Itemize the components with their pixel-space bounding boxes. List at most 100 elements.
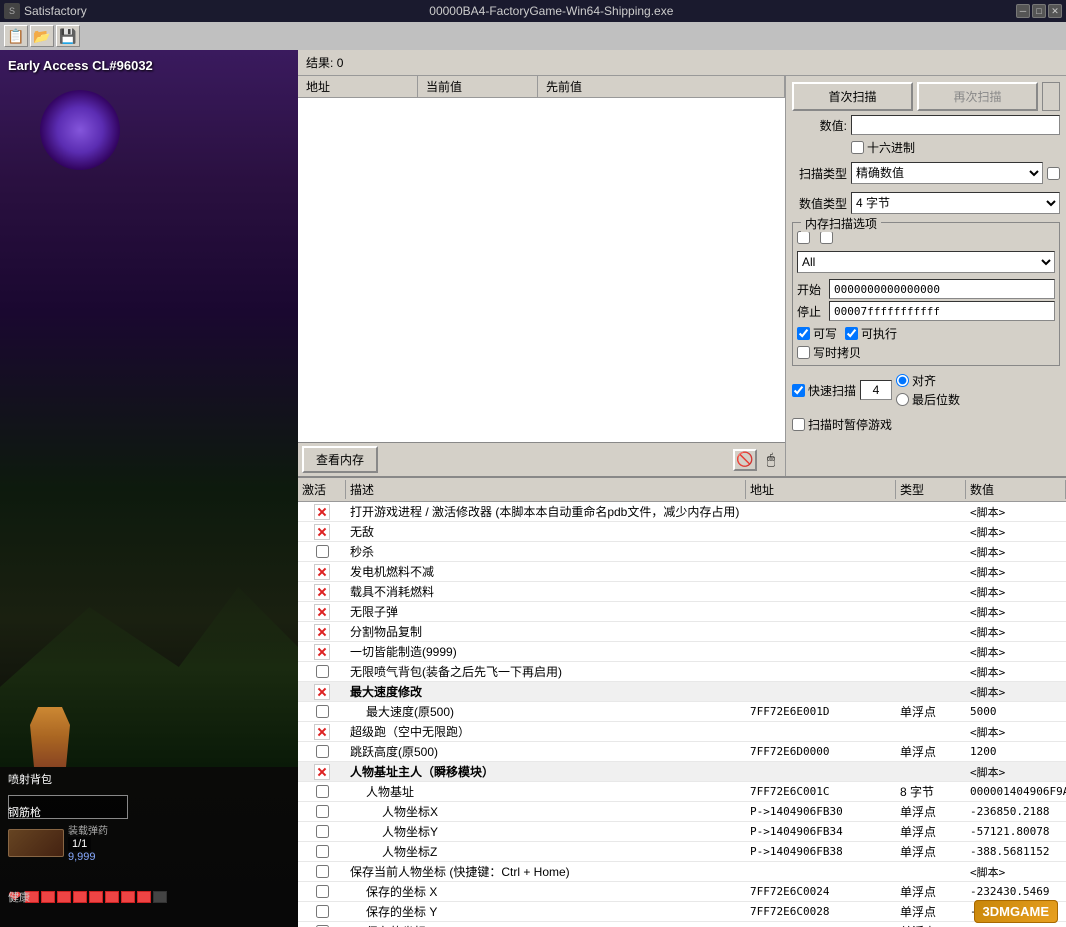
- ct-row[interactable]: 载具不消耗燃料<脚本>: [298, 582, 1066, 602]
- address-table-body[interactable]: [298, 98, 785, 442]
- quick-scan-cb[interactable]: [792, 384, 805, 397]
- start-input[interactable]: [829, 279, 1055, 299]
- mem-extra-cb1[interactable]: [797, 231, 810, 244]
- ct-cell-active[interactable]: [298, 784, 346, 799]
- addr-col-previous[interactable]: 先前值: [538, 76, 785, 97]
- pause-label[interactable]: 扫描时暂停游戏: [792, 416, 1060, 433]
- active-checkbox[interactable]: [316, 865, 329, 878]
- ct-cell-active[interactable]: [298, 523, 346, 541]
- value-type-dropdown[interactable]: 4 字节: [851, 192, 1060, 214]
- ct-header-addr[interactable]: 地址: [746, 480, 896, 499]
- active-redx-icon[interactable]: [314, 564, 330, 580]
- memory-all-dropdown[interactable]: All: [797, 251, 1055, 273]
- ct-cell-active[interactable]: [298, 763, 346, 781]
- save-btn[interactable]: 💾: [56, 25, 80, 47]
- ct-header-desc[interactable]: 描述: [346, 480, 746, 499]
- ct-cell-active[interactable]: [298, 544, 346, 559]
- ct-cell-active[interactable]: [298, 563, 346, 581]
- scan-type-checkbox[interactable]: [1047, 167, 1060, 180]
- active-checkbox[interactable]: [316, 705, 329, 718]
- ct-header-active[interactable]: 激活: [298, 480, 346, 499]
- active-redx-icon[interactable]: [314, 724, 330, 740]
- ct-cell-active[interactable]: [298, 884, 346, 899]
- pause-cb[interactable]: [792, 418, 805, 431]
- ct-cell-active[interactable]: [298, 723, 346, 741]
- quick-scan-input[interactable]: [860, 380, 892, 400]
- active-checkbox[interactable]: [316, 745, 329, 758]
- ct-row[interactable]: 人物基址主人（瞬移模块）<脚本>: [298, 762, 1066, 782]
- active-checkbox[interactable]: [316, 845, 329, 858]
- maximize-btn[interactable]: □: [1032, 4, 1046, 18]
- ct-cell-active[interactable]: [298, 603, 346, 621]
- align-label[interactable]: 对齐: [896, 372, 960, 389]
- active-redx-icon[interactable]: [314, 764, 330, 780]
- last-digits-radio[interactable]: [896, 393, 909, 406]
- addr-col-address[interactable]: 地址: [298, 76, 418, 97]
- hex-checkbox[interactable]: [851, 141, 864, 154]
- active-redx-icon[interactable]: [314, 604, 330, 620]
- ct-row[interactable]: 保存的坐标 Z7FF72E6C002C单浮点168.6563416: [298, 922, 1066, 927]
- ct-row[interactable]: 无限喷气背包(装备之后先飞一下再启用)<脚本>: [298, 662, 1066, 682]
- ct-cell-active[interactable]: [298, 643, 346, 661]
- ct-row[interactable]: 分割物品复制<脚本>: [298, 622, 1066, 642]
- ct-row[interactable]: 发电机燃料不减<脚本>: [298, 562, 1066, 582]
- active-redx-icon[interactable]: [314, 684, 330, 700]
- ct-row[interactable]: 人物坐标YP->1404906FB34单浮点-57121.80078: [298, 822, 1066, 842]
- first-scan-btn[interactable]: 首次扫描: [792, 82, 913, 111]
- scan-type-dropdown[interactable]: 精确数值: [851, 162, 1043, 184]
- ct-row[interactable]: 一切皆能制造(9999)<脚本>: [298, 642, 1066, 662]
- last-digits-label[interactable]: 最后位数: [896, 391, 960, 408]
- ct-row[interactable]: 保存的坐标 Y7FF72E6C0028单浮点-51251.96875: [298, 902, 1066, 922]
- align-radio[interactable]: [896, 374, 909, 387]
- scan-scrollbar[interactable]: [1042, 82, 1060, 111]
- ct-row[interactable]: 人物坐标XP->1404906FB30单浮点-236850.2188: [298, 802, 1066, 822]
- active-checkbox[interactable]: [316, 805, 329, 818]
- ct-cell-active[interactable]: [298, 503, 346, 521]
- ct-cell-active[interactable]: [298, 804, 346, 819]
- addr-col-current[interactable]: 当前值: [418, 76, 538, 97]
- ct-row[interactable]: 人物基址7FF72E6C001C8 字节000001404906F9A0: [298, 782, 1066, 802]
- ct-cell-active[interactable]: [298, 904, 346, 919]
- view-memory-btn[interactable]: 查看内存: [302, 446, 378, 473]
- ct-cell-active[interactable]: [298, 683, 346, 701]
- close-btn[interactable]: ✕: [1048, 4, 1062, 18]
- cow-label[interactable]: 写时拷贝: [797, 344, 861, 361]
- ct-cell-active[interactable]: [298, 844, 346, 859]
- active-checkbox[interactable]: [316, 785, 329, 798]
- cow-cb[interactable]: [797, 346, 810, 359]
- active-redx-icon[interactable]: [314, 644, 330, 660]
- ct-row[interactable]: 保存当前人物坐标 (快捷键：Ctrl + Home)<脚本>: [298, 862, 1066, 882]
- ct-row[interactable]: 无敌<脚本>: [298, 522, 1066, 542]
- open-btn[interactable]: 📂: [30, 25, 54, 47]
- writable-cb[interactable]: [797, 327, 810, 340]
- writable-label[interactable]: 可写: [797, 325, 837, 342]
- ct-cell-active[interactable]: [298, 623, 346, 641]
- stop-input[interactable]: [829, 301, 1055, 321]
- cheat-table-body[interactable]: 打开游戏进程 / 激活修改器 (本脚本本自动重命名pdb文件，减少内存占用)<脚…: [298, 502, 1066, 927]
- ct-cell-active[interactable]: [298, 744, 346, 759]
- next-scan-btn[interactable]: 再次扫描: [917, 82, 1038, 111]
- active-checkbox[interactable]: [316, 665, 329, 678]
- value-input[interactable]: [851, 115, 1060, 135]
- executable-cb[interactable]: [845, 327, 858, 340]
- active-checkbox[interactable]: [316, 825, 329, 838]
- ct-cell-active[interactable]: [298, 824, 346, 839]
- active-checkbox[interactable]: [316, 885, 329, 898]
- quick-scan-label[interactable]: 快速扫描: [792, 382, 856, 399]
- hex-label[interactable]: 十六进制: [851, 139, 915, 156]
- ct-row[interactable]: 打开游戏进程 / 激活修改器 (本脚本本自动重命名pdb文件，减少内存占用)<脚…: [298, 502, 1066, 522]
- new-btn[interactable]: 📋: [4, 25, 28, 47]
- ct-row[interactable]: 人物坐标ZP->1404906FB38单浮点-388.5681152: [298, 842, 1066, 862]
- active-redx-icon[interactable]: [314, 524, 330, 540]
- ct-row[interactable]: 秒杀<脚本>: [298, 542, 1066, 562]
- ct-header-val[interactable]: 数值: [966, 480, 1066, 499]
- active-redx-icon[interactable]: [314, 504, 330, 520]
- ct-row[interactable]: 超级跑（空中无限跑）<脚本>: [298, 722, 1066, 742]
- active-checkbox[interactable]: [316, 905, 329, 918]
- ct-row[interactable]: 跳跃高度(原500)7FF72E6D0000单浮点1200: [298, 742, 1066, 762]
- ct-cell-active[interactable]: [298, 864, 346, 879]
- ct-cell-active[interactable]: [298, 704, 346, 719]
- ct-cell-active[interactable]: [298, 664, 346, 679]
- ct-cell-active[interactable]: [298, 583, 346, 601]
- executable-label[interactable]: 可执行: [845, 325, 897, 342]
